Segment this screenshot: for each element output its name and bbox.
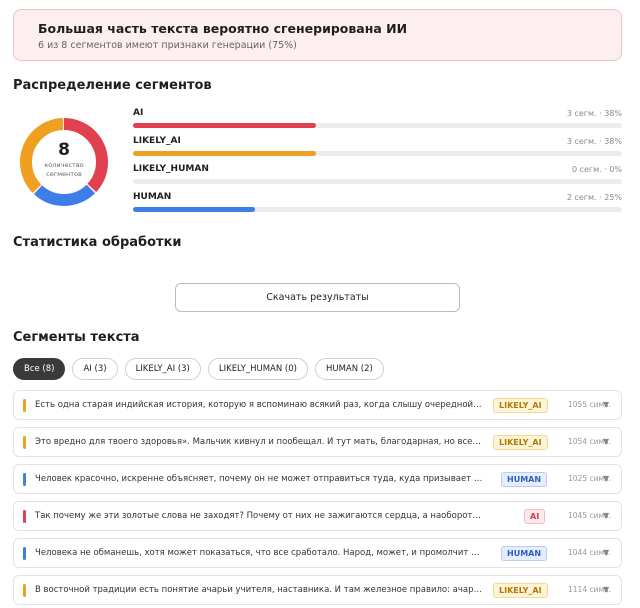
banner-title: Большая часть текста вероятно сгенериров… — [38, 21, 408, 36]
dist-row-likely-ai: LIKELY_AI 3 сегм. · 38% — [133, 135, 622, 159]
segment-text: Человека не обманешь, хотя может показат… — [35, 548, 483, 558]
chevron-down-icon[interactable]: ▼ — [603, 576, 609, 604]
dist-fill — [133, 207, 256, 212]
dist-value: 0 сегм. · 0% — [571, 165, 622, 174]
dist-row-likely-human: LIKELY_HUMAN 0 сегм. · 0% — [133, 163, 622, 187]
dist-row-ai: AI 3 сегм. · 38% — [133, 107, 622, 131]
donut-label-line1: количество — [44, 161, 84, 169]
stats-title: Статистика обработки — [13, 235, 182, 250]
segment-badge: LIKELY_AI — [493, 583, 548, 598]
segment-text: Человек красочно, искренне объясняет, по… — [35, 474, 483, 484]
dist-track — [133, 207, 622, 212]
segment-text: В восточной традиции есть понятие ачарьи… — [35, 585, 483, 595]
segment-row[interactable]: Это вредно для твоего здоровья». Мальчик… — [13, 427, 622, 457]
dist-value: 2 сегм. · 25% — [566, 193, 622, 202]
segment-text: Так почему же эти золотые слова не заход… — [35, 511, 483, 521]
dist-fill — [133, 123, 317, 128]
dist-value: 3 сегм. · 38% — [566, 109, 622, 118]
segment-filters: Все (8) AI (3) LIKELY_AI (3) LIKELY_HUMA… — [13, 358, 384, 380]
chevron-down-icon[interactable]: ▼ — [603, 539, 609, 567]
distribution-title: Распределение сегментов — [13, 78, 212, 93]
chevron-down-icon[interactable]: ▼ — [603, 391, 609, 419]
segment-row[interactable]: Человека не обманешь, хотя может показат… — [13, 538, 622, 568]
banner-subtitle: 6 из 8 сегментов имеют признаки генераци… — [38, 40, 297, 51]
dist-label: HUMAN — [133, 192, 172, 202]
segment-badge: LIKELY_AI — [493, 435, 548, 450]
dist-label: LIKELY_AI — [133, 136, 181, 146]
donut-center: 8 количество сегментов — [18, 116, 110, 208]
dist-label: AI — [133, 108, 144, 118]
segment-row[interactable]: Есть одна старая индийская история, кото… — [13, 390, 622, 420]
dist-row-human: HUMAN 2 сегм. · 25% — [133, 191, 622, 215]
filter-likely-human[interactable]: LIKELY_HUMAN (0) — [207, 358, 308, 380]
segment-row[interactable]: Так почему же эти золотые слова не заход… — [13, 501, 622, 531]
segment-color-bar — [23, 547, 26, 560]
segment-color-bar — [23, 584, 26, 597]
segment-row[interactable]: Человек красочно, искренне объясняет, по… — [13, 464, 622, 494]
segment-color-bar — [23, 473, 26, 486]
segment-color-bar — [23, 436, 26, 449]
dist-track — [133, 123, 622, 128]
segment-text: Есть одна старая индийская история, кото… — [35, 400, 483, 410]
chevron-down-icon[interactable]: ▼ — [603, 428, 609, 456]
donut-total: 8 — [58, 140, 70, 160]
segment-badge: HUMAN — [501, 472, 548, 487]
dist-label: LIKELY_HUMAN — [133, 164, 209, 174]
segment-badge: HUMAN — [501, 546, 548, 561]
filter-likely-ai[interactable]: LIKELY_AI (3) — [124, 358, 201, 380]
dist-track — [133, 179, 622, 184]
segment-text: Это вредно для твоего здоровья». Мальчик… — [35, 437, 483, 447]
result-banner: Большая часть текста вероятно сгенериров… — [13, 9, 622, 61]
donut-label-line2: сегментов — [46, 170, 82, 178]
dist-fill — [133, 151, 317, 156]
dist-track — [133, 151, 622, 156]
chevron-down-icon[interactable]: ▼ — [603, 502, 609, 530]
filter-human[interactable]: HUMAN (2) — [314, 358, 384, 380]
chevron-down-icon[interactable]: ▼ — [603, 465, 609, 493]
download-results-button[interactable]: Скачать результаты — [175, 283, 460, 312]
dist-value: 3 сегм. · 38% — [566, 137, 622, 146]
segment-badge: AI — [524, 509, 546, 524]
filter-all[interactable]: Все (8) — [13, 358, 66, 380]
segments-title: Сегменты текста — [13, 330, 140, 345]
segment-badge: LIKELY_AI — [493, 398, 548, 413]
segment-color-bar — [23, 399, 26, 412]
segment-row[interactable]: В восточной традиции есть понятие ачарьи… — [13, 575, 622, 605]
segments-donut-chart: 8 количество сегментов — [18, 116, 110, 208]
filter-ai[interactable]: AI (3) — [72, 358, 118, 380]
segment-color-bar — [23, 510, 26, 523]
